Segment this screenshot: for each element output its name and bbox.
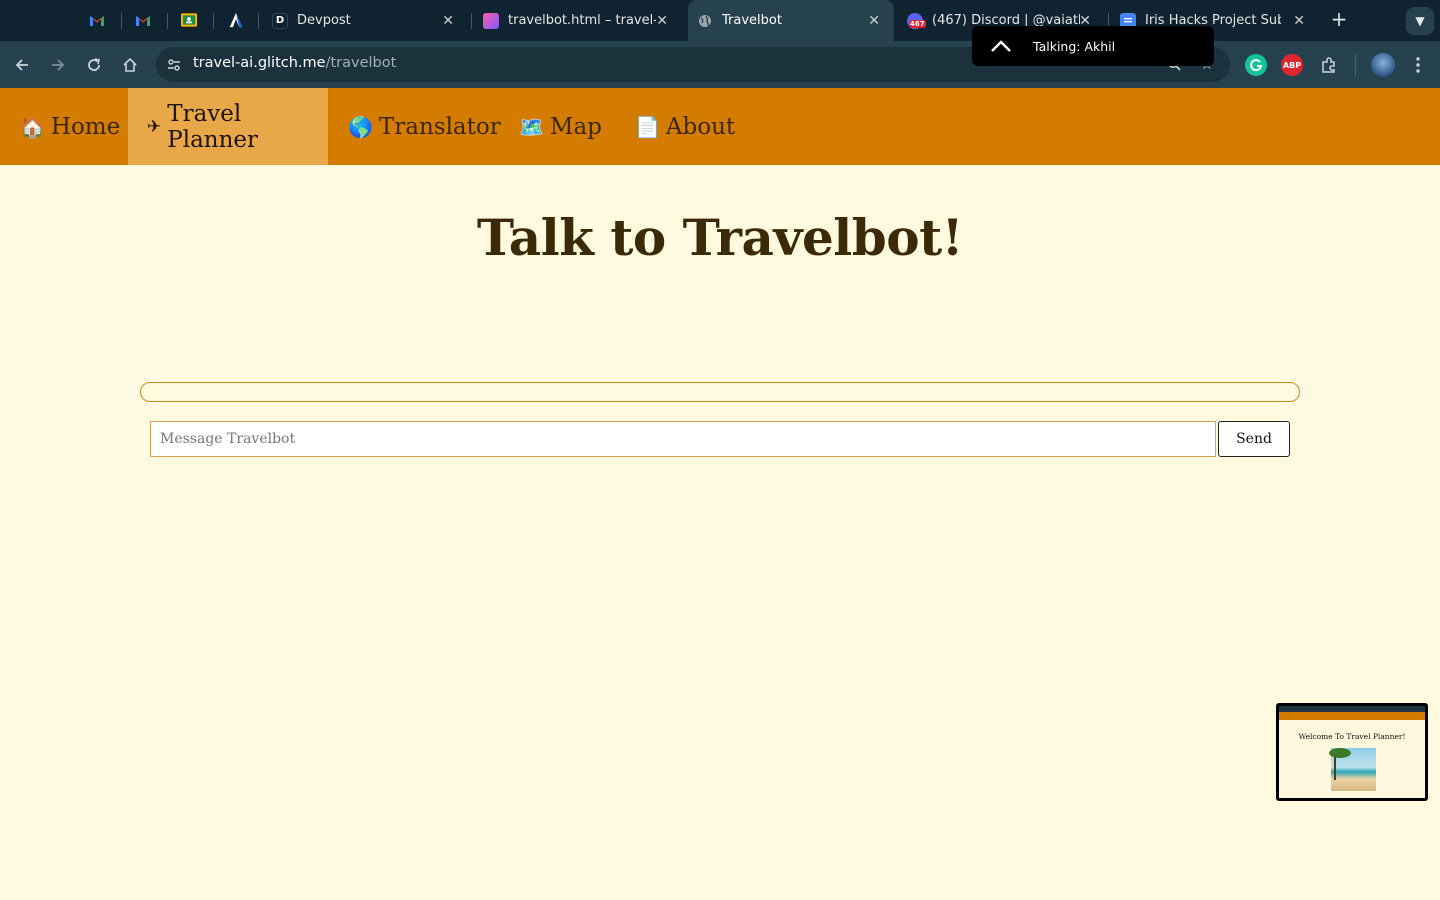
google-classroom-icon[interactable] <box>181 12 197 28</box>
map-icon: 🗺️ <box>519 114 544 139</box>
chat-log <box>140 382 1300 402</box>
site-navbar: 🏠 Home ✈ Travel Planner 🌎 Translator 🗺️ … <box>0 88 1440 165</box>
tab-title: Travelbot <box>722 13 782 28</box>
kebab-menu-icon[interactable] <box>1405 52 1431 78</box>
extensions-puzzle-icon[interactable] <box>1316 52 1342 78</box>
new-tab-button[interactable]: + <box>1328 8 1350 32</box>
browser-toolbar: travel-ai.glitch.me/travelbot ☆ ABP <box>0 41 1440 88</box>
nav-label: Travel Planner <box>167 100 259 153</box>
grammarly-icon[interactable] <box>1245 54 1267 76</box>
back-button[interactable] <box>9 52 35 78</box>
adblock-plus-icon[interactable]: ABP <box>1281 54 1303 76</box>
send-button[interactable]: Send <box>1218 421 1290 457</box>
nav-about[interactable]: 📄 About <box>635 88 735 165</box>
house-icon: 🏠 <box>20 114 45 139</box>
nav-label: Translator <box>378 113 501 140</box>
home-button[interactable] <box>117 52 143 78</box>
nav-label: Home <box>50 113 121 140</box>
pip-page: Welcome To Travel Planner! <box>1279 706 1425 798</box>
picture-in-picture-preview[interactable]: Welcome To Travel Planner! <box>1276 703 1428 801</box>
tab-title: Devpost <box>297 13 351 28</box>
home-icon <box>123 57 137 72</box>
airplane-icon: ✈ <box>147 116 162 137</box>
globe-icon: 🌎 <box>348 114 373 139</box>
close-icon[interactable]: ✕ <box>442 13 454 29</box>
close-icon[interactable]: ✕ <box>868 13 880 29</box>
avatar[interactable] <box>1371 53 1395 77</box>
tab-title: travelbot.html – travel-ai <box>508 13 656 28</box>
globe-icon <box>697 13 713 29</box>
gmail-icon[interactable] <box>89 12 105 28</box>
nav-translator[interactable]: 🌎 Translator <box>348 88 501 165</box>
talking-label: Talking: Akhil <box>1033 38 1116 54</box>
tab-search-button[interactable]: ▼ <box>1406 7 1434 35</box>
page-title: Talk to Travelbot! <box>476 208 964 267</box>
devpost-icon: D <box>272 12 288 29</box>
reload-icon <box>88 58 100 71</box>
chevron-up-icon <box>990 37 1014 56</box>
discord-icon: 467 <box>907 12 926 29</box>
browser-tabstrip: D Devpost ✕ travelbot.html – travel-ai ✕… <box>0 0 1440 41</box>
document-icon: 📄 <box>635 114 660 139</box>
nav-label: Map <box>549 113 602 140</box>
nav-travel-planner[interactable]: ✈ Travel Planner <box>128 88 328 165</box>
talking-indicator[interactable]: Talking: Akhil <box>972 26 1214 66</box>
close-icon[interactable]: ✕ <box>1293 13 1305 29</box>
url-text: travel-ai.glitch.me/travelbot <box>193 55 397 71</box>
beach-image <box>1329 748 1376 791</box>
nav-home[interactable]: 🏠 Home <box>20 88 120 165</box>
arrow-left-icon <box>15 59 28 71</box>
reload-button[interactable] <box>81 52 107 78</box>
tab-travelbot-html[interactable]: travelbot.html – travel-ai ✕ <box>474 0 682 41</box>
tab-devpost[interactable]: D Devpost ✕ <box>262 0 468 41</box>
a-letter-icon[interactable] <box>228 12 244 28</box>
tab-travelbot[interactable]: Travelbot ✕ <box>688 0 894 41</box>
glitch-icon <box>483 12 499 29</box>
nav-map[interactable]: 🗺️ Map <box>519 88 602 165</box>
gmail-icon[interactable] <box>135 12 151 28</box>
site-settings-icon[interactable] <box>164 55 184 75</box>
chevron-down-icon: ▼ <box>1415 14 1425 28</box>
close-icon[interactable]: ✕ <box>656 13 668 29</box>
nav-label: About <box>665 113 736 140</box>
message-input[interactable] <box>150 421 1216 457</box>
pip-title: Welcome To Travel Planner! <box>1298 732 1406 741</box>
arrow-right-icon <box>52 59 65 71</box>
forward-button[interactable] <box>45 52 71 78</box>
